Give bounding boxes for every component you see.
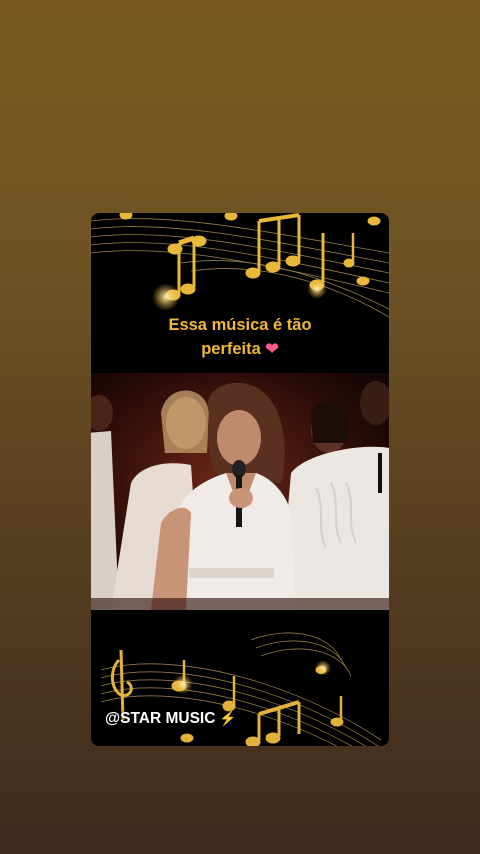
story-card[interactable]: Essa música é tão perfeita ❤ @STAR MUSIC… [91, 213, 389, 746]
caption-line-1: Essa música é tão [168, 316, 312, 334]
account-handle[interactable]: @STAR MUSIC ⚡ [105, 710, 237, 728]
singer-performance-image [91, 373, 389, 610]
lightning-icon: ⚡ [219, 710, 237, 726]
heart-icon: ❤ [265, 341, 279, 358]
video-frame[interactable] [91, 373, 389, 610]
caption-line-2: perfeita [201, 340, 261, 358]
handle-text: @STAR MUSIC [105, 710, 216, 727]
story-caption: Essa música é tão perfeita ❤ [91, 313, 389, 362]
